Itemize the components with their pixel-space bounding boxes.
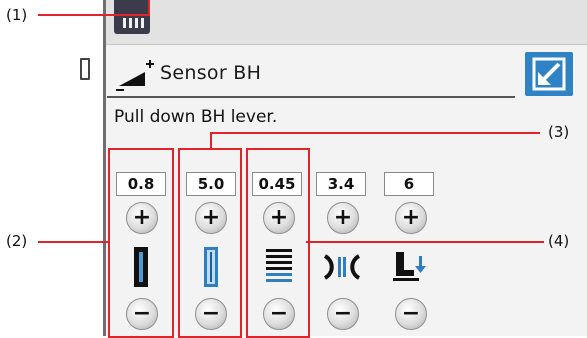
decrease-button[interactable]: − — [395, 298, 427, 330]
callout-line-1-vertical — [148, 0, 150, 16]
callout-label-1: (1) — [6, 6, 28, 24]
left-scroll-handle[interactable] — [80, 58, 90, 80]
buttonhole-mode-icon — [116, 60, 154, 91]
callout-label-2: (2) — [6, 232, 28, 250]
presser-foot-height-icon — [393, 252, 426, 281]
plus-icon: + — [333, 205, 353, 230]
callout-box-4 — [246, 148, 310, 338]
setting-value-presser-foot: 6 — [384, 172, 434, 196]
title-divider — [107, 96, 515, 98]
callout-line-2 — [38, 241, 110, 243]
minus-icon: − — [333, 301, 353, 326]
callout-line-3-vertical — [210, 132, 212, 150]
tension-icon — [323, 254, 361, 280]
sewing-screen — [103, 0, 587, 336]
decrease-button[interactable]: − — [327, 298, 359, 330]
callout-label-3: (3) — [548, 123, 570, 141]
callout-line-1 — [38, 14, 150, 16]
increase-button[interactable]: + — [395, 202, 427, 234]
increase-button[interactable]: + — [327, 202, 359, 234]
exit-arrow-icon — [532, 57, 566, 91]
callout-line-4 — [306, 241, 544, 243]
instruction-text: Pull down BH lever. — [114, 107, 278, 127]
callout-line-3 — [210, 132, 540, 134]
exit-button[interactable] — [525, 52, 573, 96]
callout-box-3 — [178, 148, 242, 338]
setting-value-tension: 3.4 — [316, 172, 366, 196]
callout-label-4: (4) — [548, 232, 570, 250]
minus-icon: − — [401, 301, 421, 326]
plus-icon: + — [401, 205, 421, 230]
top-toolbar — [106, 0, 587, 45]
callout-box-2 — [108, 148, 174, 338]
toolbar-button-icon[interactable] — [114, 0, 150, 34]
mode-title: Sensor BH — [160, 62, 262, 84]
